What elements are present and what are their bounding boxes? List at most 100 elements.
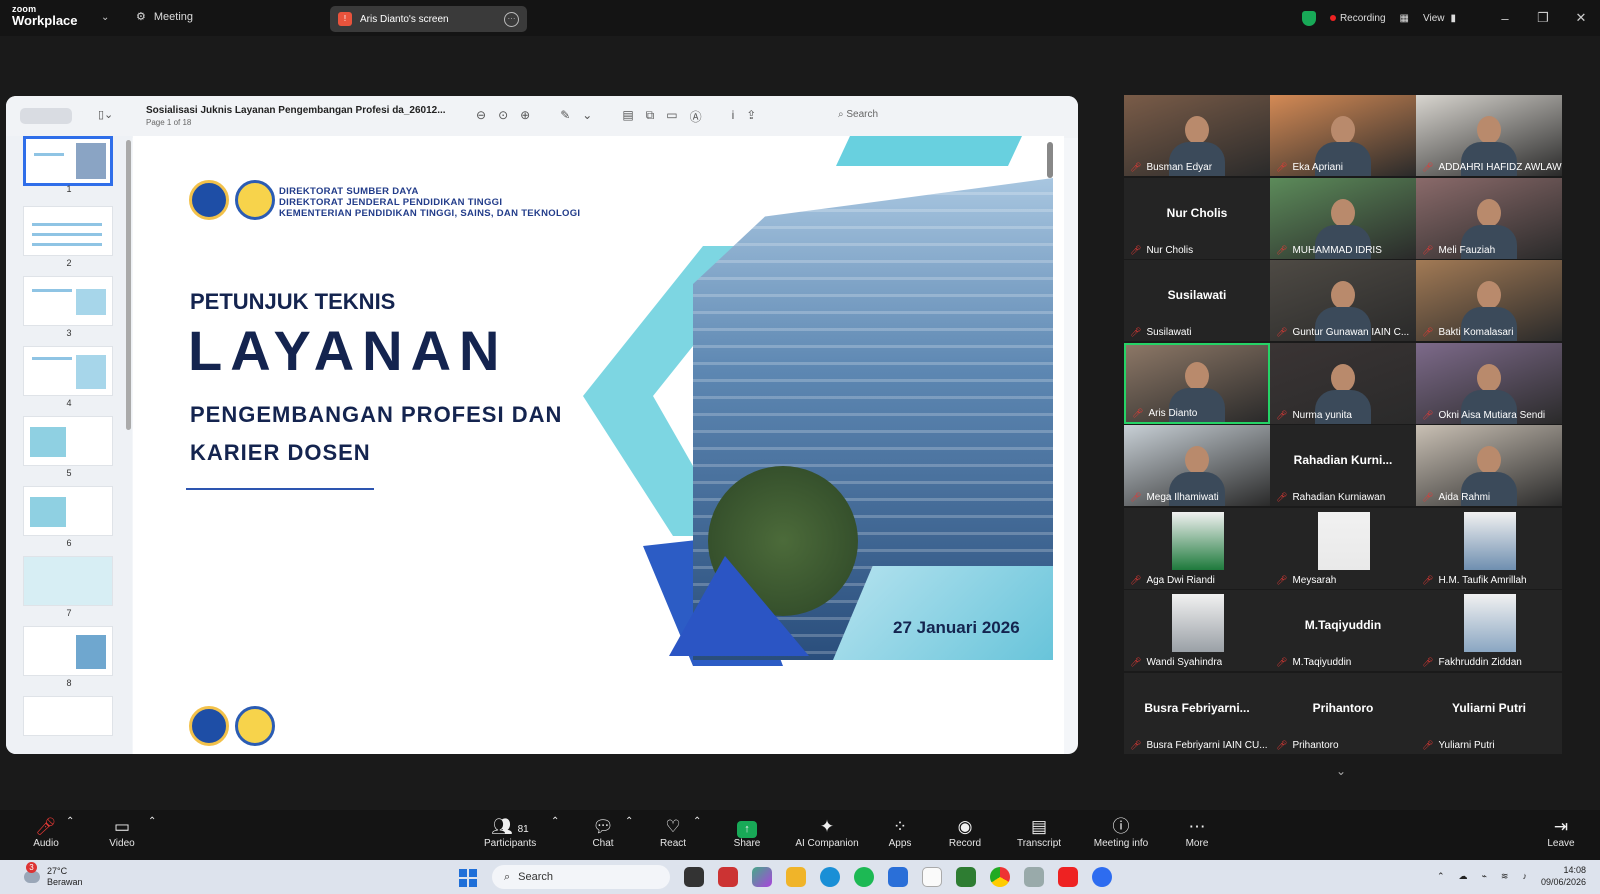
participant-tile[interactable]: 🎤︎ Meli Fauziah xyxy=(1416,177,1562,259)
chevron-down-icon[interactable]: ⌄ xyxy=(101,12,109,23)
network-icon[interactable]: ⌁ xyxy=(1481,871,1486,882)
chevron-up-icon[interactable]: ⌃ xyxy=(1437,871,1445,882)
chevron-up-icon[interactable]: ⌃ xyxy=(693,816,701,827)
chevron-down-icon[interactable]: ⌄ xyxy=(1336,764,1346,778)
chevron-up-icon[interactable]: ⌃ xyxy=(551,816,559,827)
zoom-out-icon[interactable]: ⊖ xyxy=(476,108,486,125)
chevron-down-icon[interactable]: ⌄ xyxy=(582,108,592,125)
app-icon[interactable] xyxy=(718,867,738,887)
participant-tile[interactable]: Nur Cholis 🎤︎ Nur Cholis xyxy=(1124,177,1270,259)
windows-start-icon[interactable] xyxy=(459,869,477,887)
transcript-button[interactable]: ▤ Transcript xyxy=(1016,816,1062,849)
encryption-shield-icon[interactable] xyxy=(1301,10,1316,26)
video-button[interactable]: ▭ Video xyxy=(104,816,140,849)
share-export-icon[interactable]: ⇪ xyxy=(746,108,756,125)
record-button[interactable]: ◉ Record xyxy=(948,816,982,849)
more-button[interactable]: ⋯ More xyxy=(1182,816,1212,849)
chrome-icon[interactable] xyxy=(990,867,1010,887)
participants-button[interactable]: 👥︎ 81 Participants xyxy=(484,816,536,849)
thumbnail-page-9[interactable] xyxy=(23,696,113,736)
wifi-icon[interactable]: ≋ xyxy=(1501,871,1509,882)
view-layout-icon[interactable]: ▮ xyxy=(1450,13,1456,24)
participant-tile[interactable]: 🎤︎ Eka Apriani xyxy=(1270,95,1416,176)
copilot-icon[interactable] xyxy=(752,867,772,887)
volume-icon[interactable]: ♪ xyxy=(1522,871,1527,881)
chevron-up-icon[interactable]: ⌃ xyxy=(625,816,633,827)
zoom-in-icon[interactable]: ⊕ xyxy=(520,108,530,125)
thumbnail-page-4[interactable] xyxy=(23,346,113,396)
store-icon[interactable] xyxy=(888,867,908,887)
youtube-icon[interactable] xyxy=(1058,867,1078,887)
thumbnail-scrollbar[interactable] xyxy=(126,140,131,430)
participant-tile[interactable]: 🎤︎ Meysarah xyxy=(1270,507,1416,589)
spotify-icon[interactable] xyxy=(854,867,874,887)
task-view-icon[interactable] xyxy=(684,867,704,887)
participant-tile[interactable]: M.Taqiyuddin 🎤︎ M.Taqiyuddin xyxy=(1270,590,1416,671)
markup-pen-icon[interactable]: ✎ xyxy=(560,108,570,125)
restore-icon[interactable]: ❐ xyxy=(1524,10,1562,26)
thumbnail-page-7[interactable] xyxy=(23,556,113,606)
highlight-icon[interactable]: ▭ xyxy=(666,108,677,125)
audio-button[interactable]: 🎤︎ Audio xyxy=(28,816,64,849)
close-icon[interactable]: ✕ xyxy=(1562,10,1600,26)
chevron-up-icon[interactable]: ⌃ xyxy=(148,816,156,827)
participant-tile[interactable]: 🎤︎ Aris Dianto xyxy=(1124,342,1270,424)
sidebar-toggle-icon[interactable] xyxy=(20,108,72,124)
minimize-icon[interactable]: – xyxy=(1486,11,1524,26)
participant-tile[interactable]: 🎤︎ Busman Edyar xyxy=(1124,95,1270,176)
app-icon[interactable] xyxy=(956,867,976,887)
meeting-tab[interactable]: ⚙ Meeting xyxy=(136,10,193,24)
participant-tile[interactable]: 🎤︎ Guntur Gunawan IAIN C... xyxy=(1270,260,1416,341)
share-button[interactable]: ↑ Share xyxy=(731,816,763,849)
zoom-logo[interactable]: zoom Workplace xyxy=(12,5,78,28)
apps-button[interactable]: ⁘ Apps xyxy=(885,816,915,849)
meeting-info-button[interactable]: ⓘ Meeting info xyxy=(1090,816,1152,849)
ai-companion-button[interactable]: ✦ AI Companion xyxy=(793,816,861,849)
taskbar-search[interactable]: ⌕ Search xyxy=(492,865,670,889)
chevron-up-icon[interactable]: ⌃ xyxy=(66,816,74,827)
participant-tile[interactable]: 🎤︎ Okni Aisa Mutiara Sendi xyxy=(1416,342,1562,424)
participant-tile[interactable]: 🎤︎ Aga Dwi Riandi xyxy=(1124,507,1270,589)
form-icon[interactable]: ▤ xyxy=(622,108,633,125)
thumbnail-page-2[interactable] xyxy=(23,206,113,256)
thumbnail-page-1[interactable] xyxy=(23,136,113,186)
participant-tile[interactable]: 🎤︎ Fakhruddin Ziddan xyxy=(1416,590,1562,671)
more-icon[interactable]: ··· xyxy=(504,11,519,27)
participant-tile[interactable]: 🎤︎ H.M. Taufik Amrillah xyxy=(1416,507,1562,589)
chat-button[interactable]: 💬︎ Chat xyxy=(588,816,618,849)
thumbnail-page-6[interactable] xyxy=(23,486,113,536)
participant-tile[interactable]: 🎤︎ Mega Ilhamiwati xyxy=(1124,425,1270,506)
screen-share-pill[interactable]: ! Aris Dianto's screen ··· xyxy=(330,6,527,32)
info-icon[interactable]: i xyxy=(732,108,735,125)
view-options-icon[interactable]: ▯⌄ xyxy=(98,108,113,121)
participant-tile[interactable]: 🎤︎ Aida Rahmi xyxy=(1416,425,1562,506)
crop-icon[interactable]: ⧉ xyxy=(646,108,655,125)
recording-label[interactable]: Recording xyxy=(1340,13,1386,24)
zoom-app-icon[interactable] xyxy=(1092,867,1112,887)
edge-icon[interactable] xyxy=(820,867,840,887)
participant-tile[interactable]: Prihantoro 🎤︎ Prihantoro xyxy=(1270,672,1416,754)
leave-button[interactable]: ⇥ Leave xyxy=(1546,816,1576,849)
participant-tile[interactable]: 🎤︎ Nurma yunita xyxy=(1270,342,1416,424)
app-icon[interactable] xyxy=(1024,867,1044,887)
participant-tile[interactable]: Busra Febriyarni... 🎤︎ Busra Febriyarni IA… xyxy=(1124,672,1270,754)
participant-tile[interactable]: Rahadian Kurni... 🎤︎ Rahadian Kurniawan xyxy=(1270,425,1416,506)
thumbnail-page-5[interactable] xyxy=(23,416,113,466)
file-explorer-icon[interactable] xyxy=(786,867,806,887)
thumbnail-page-8[interactable] xyxy=(23,626,113,676)
participant-tile[interactable]: 🎤︎ MUHAMMAD IDRIS xyxy=(1270,177,1416,259)
view-button[interactable]: View xyxy=(1423,13,1445,24)
zoom-fit-icon[interactable]: ⊙ xyxy=(498,108,508,125)
weather-widget[interactable]: 3 27°C Berawan xyxy=(24,862,83,888)
react-button[interactable]: ♡ React xyxy=(658,816,688,849)
grid-icon[interactable]: ▦ xyxy=(1400,13,1409,24)
slide-scrollbar[interactable] xyxy=(1047,142,1053,178)
participant-tile[interactable]: 🎤︎ Bakti Komalasari xyxy=(1416,260,1562,341)
participant-tile[interactable]: 🎤︎ ADDAHRI HAFIDZ AWLAWI xyxy=(1416,95,1562,176)
sign-icon[interactable]: Ⓐ xyxy=(690,108,702,125)
clock[interactable]: 14:08 09/06/2026 xyxy=(1541,864,1586,888)
document-icon[interactable] xyxy=(922,867,942,887)
participant-tile[interactable]: Susilawati 🎤︎ Susilawati xyxy=(1124,260,1270,341)
participant-tile[interactable]: Yuliarni Putri 🎤︎ Yuliarni Putri xyxy=(1416,672,1562,754)
participant-tile[interactable]: 🎤︎ Wandi Syahindra xyxy=(1124,590,1270,671)
